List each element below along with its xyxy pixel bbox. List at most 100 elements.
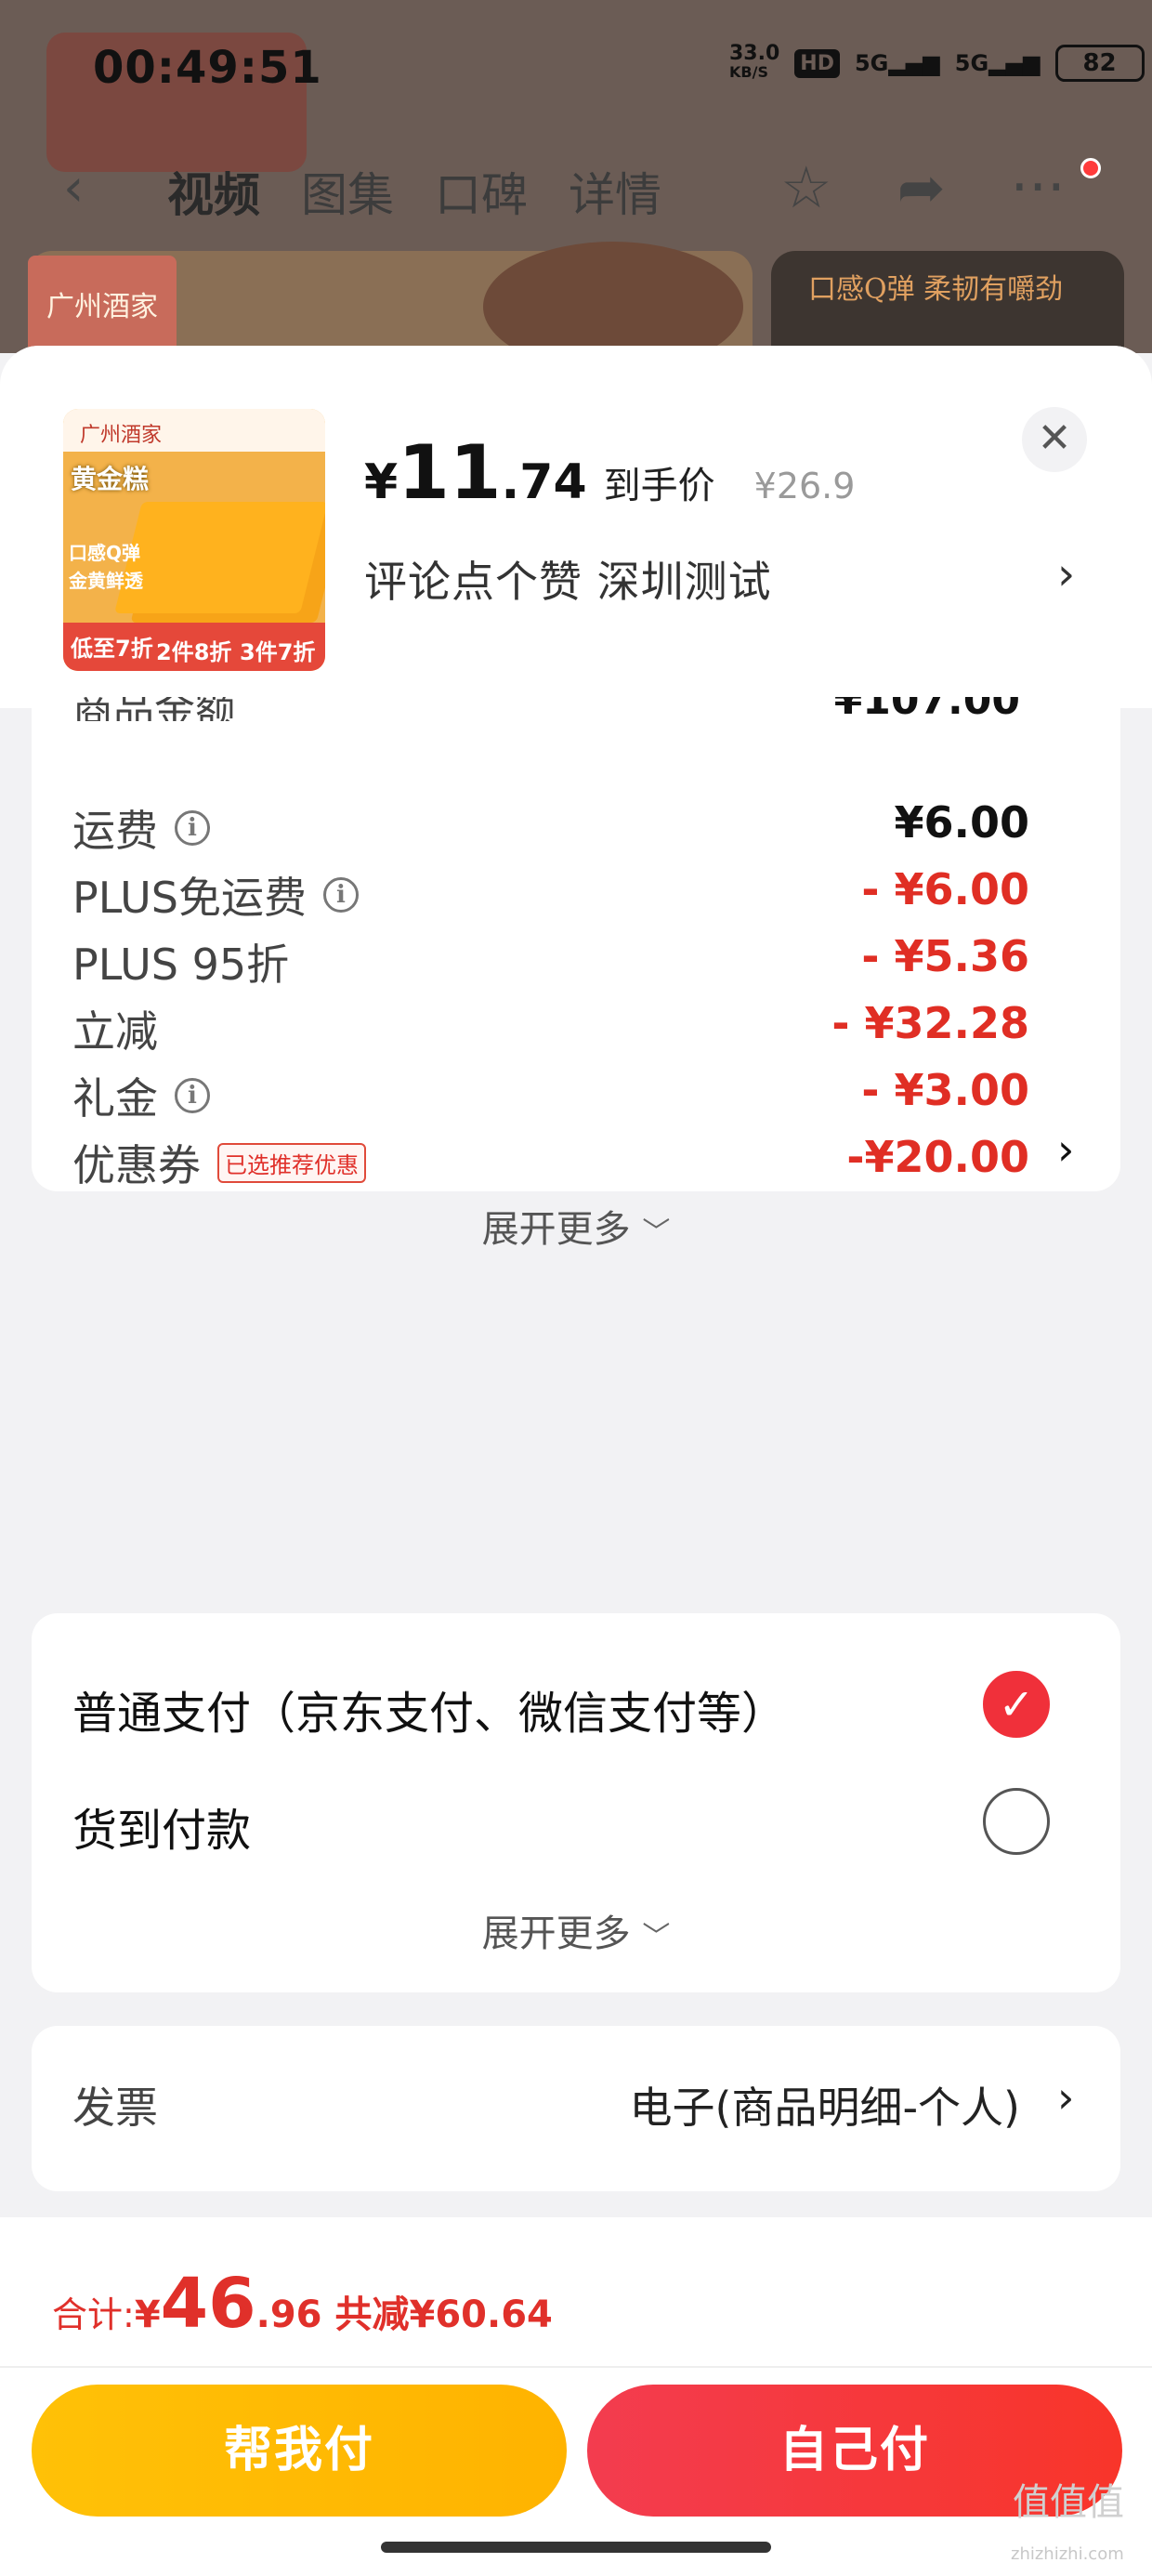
status-icons: 33.0 KB/S HD 5G▂▄▆ 5G▂▄▆ 82 [729, 42, 1145, 82]
total-integer: 46 [160, 2264, 256, 2344]
row-instant-discount: 立减 - ¥32.28 [72, 991, 1029, 1059]
instant-discount-value: - ¥32.28 [831, 998, 1029, 1048]
brand-logo: 广州酒家 [28, 256, 177, 353]
row-label: 运费 i [72, 797, 210, 859]
selected-spec[interactable]: 评论点个赞 深圳测试 [364, 548, 772, 610]
thumbnail-caption: 口感Q弹 柔韧有嚼劲 [808, 273, 1064, 306]
coupon-badge: 已选推荐优惠 [217, 1142, 366, 1183]
close-icon: ✕ [1037, 414, 1072, 462]
clock: 00:49:51 [93, 42, 322, 94]
total-label: 合计: [52, 2294, 135, 2335]
watermark-site: zhizhizhi.com [1011, 2544, 1124, 2564]
payment-option-cod[interactable]: 货到付款 [72, 1782, 1094, 1857]
payment-option-normal[interactable]: 普通支付（京东支付、微信支付等） [72, 1665, 1094, 1740]
close-button[interactable]: ✕ [1022, 407, 1087, 472]
thumbnail-promo-strip: 低至7折 2件8折 3件7折 [63, 623, 325, 671]
price-currency: ¥ [364, 454, 399, 510]
shipping-label: 运费 [72, 806, 158, 856]
thumbnail-product-name: 黄金糕 [71, 464, 150, 494]
goods-amount-label-text: 商品金额 [72, 697, 236, 721]
row-gift-money: 礼金 i - ¥3.00 [72, 1058, 1029, 1126]
chevron-right-icon[interactable]: › [1057, 548, 1075, 600]
row-plus-discount: PLUS 95折 - ¥5.36 [72, 924, 1029, 992]
product-summary: 广州酒家 黄金糕 口感Q弹 金黄鲜透 低至7折 2件8折 3件7折 ¥ 11 .… [0, 346, 1152, 708]
chevron-right-icon[interactable]: › [1057, 1124, 1074, 1175]
expand-more-label: 展开更多 [481, 1912, 631, 1955]
home-indicator[interactable] [381, 2542, 771, 2553]
tab-gallery[interactable]: 图集 [301, 158, 394, 225]
network-speed-value: 33.0 [729, 42, 780, 65]
promo-2-items: 2件8折 [156, 639, 232, 665]
payment-option-label: 货到付款 [72, 1805, 252, 1857]
total-decimal: .96 [255, 2293, 322, 2336]
thumbnail-brand: 广州酒家 [80, 424, 163, 447]
instant-discount-label: 立减 [72, 1006, 158, 1057]
thumbnail-badge: 金黄鲜透 [69, 570, 143, 592]
star-icon[interactable]: ☆ [780, 153, 832, 221]
help-me-pay-button[interactable]: 帮我付 [32, 2385, 567, 2517]
notification-dot [1080, 158, 1101, 178]
more-icon[interactable]: ··· [1011, 153, 1066, 221]
back-arrow-icon[interactable]: ‹ [63, 158, 84, 218]
coupon-label: 优惠券 [72, 1140, 201, 1190]
radio-checked-icon[interactable]: ✓ [983, 1671, 1050, 1738]
thumbnail-badge: 口感Q弹 [69, 542, 141, 564]
signal-label: 5G [854, 50, 889, 76]
original-price: ¥26.9 [753, 466, 856, 506]
network-speed-unit: KB/S [729, 63, 768, 81]
tab-details[interactable]: 详情 [569, 158, 661, 225]
row-label: PLUS免运费 i [72, 864, 359, 926]
plus-discount-label: PLUS 95折 [72, 940, 290, 990]
expand-more-payment[interactable]: 展开更多 ﹀ [0, 1903, 1152, 1957]
row-shipping: 运费 i ¥6.00 [72, 790, 1029, 856]
total-saved: 共减¥60.64 [334, 2293, 553, 2336]
goods-amount-value-text: ¥107.00 [833, 697, 1020, 721]
share-icon[interactable]: ➦ [897, 153, 946, 221]
signal-icon: 5G▂▄▆ [854, 50, 940, 76]
radio-unchecked-icon[interactable] [983, 1788, 1050, 1855]
status-bar: 00:49:51 33.0 KB/S HD 5G▂▄▆ 5G▂▄▆ 82 [0, 0, 1152, 139]
signal-label-2: 5G [954, 50, 989, 76]
row-label: 礼金 i [72, 1065, 210, 1126]
row-label: 优惠券 已选推荐优惠 [72, 1132, 366, 1193]
signal-icon-2: 5G▂▄▆ [954, 50, 1041, 76]
row-coupon[interactable]: 优惠券 已选推荐优惠 -¥20.00 [72, 1124, 1029, 1190]
chevron-right-icon[interactable]: › [1057, 2072, 1074, 2123]
row-label: PLUS 95折 [72, 931, 289, 992]
price-integer: 11 [398, 429, 502, 516]
payment-option-label: 普通支付（京东支付、微信支付等） [72, 1688, 787, 1740]
final-price: ¥ 11 .74 到手价 ¥26.9 [364, 429, 855, 516]
product-thumbnail: 广州酒家 黄金糕 口感Q弹 金黄鲜透 低至7折 2件8折 3件7折 [63, 409, 325, 671]
battery-icon: 82 [1054, 45, 1145, 82]
top-navigation: ‹ 视频 图集 口碑 详情 ☆ ➦ ··· [0, 149, 1152, 232]
price-label: 到手价 [603, 465, 715, 507]
invoice-value[interactable]: 电子(商品明细-个人) [630, 2074, 1021, 2136]
goods-amount-label: 商品金额 [72, 697, 236, 721]
promo-lowest: 低至7折 [71, 636, 153, 662]
tab-video[interactable]: 视频 [167, 158, 260, 225]
hd-icon: HD [794, 48, 840, 78]
price-decimal: .74 [501, 454, 587, 510]
chevron-down-icon: ﹀ [642, 1216, 671, 1249]
expand-more-label: 展开更多 [481, 1208, 631, 1251]
goods-amount-value: ¥107.00 [834, 697, 1020, 721]
row-plus-free-shipping: PLUS免运费 i - ¥6.00 [72, 857, 1029, 923]
nav-icons: ☆ ➦ ··· [780, 153, 1066, 221]
row-label: 立减 [72, 998, 158, 1059]
info-icon[interactable]: i [175, 810, 210, 846]
gift-money-label: 礼金 [72, 1073, 158, 1124]
top-tabs: 视频 图集 口碑 详情 [167, 158, 661, 225]
order-total: 合计: ¥ 46 .96 共减¥60.64 [52, 2264, 553, 2344]
watermark-logo: 值值值 [1013, 2481, 1124, 2524]
thumbnail-food-image [114, 502, 325, 613]
chevron-down-icon: ﹀ [642, 1921, 671, 1953]
thumbnail-badges: 口感Q弹 金黄鲜透 [69, 539, 143, 595]
info-icon[interactable]: i [322, 877, 359, 913]
total-currency: ¥ [134, 2293, 161, 2336]
info-icon[interactable]: i [175, 1078, 210, 1113]
expand-more-costs[interactable]: 展开更多 ﹀ [0, 1199, 1152, 1253]
network-speed: 33.0 KB/S [729, 42, 780, 82]
brand-logo-text: 广州酒家 [46, 291, 158, 323]
plus-free-shipping-value: - ¥6.00 [861, 864, 1029, 914]
tab-reviews[interactable]: 口碑 [435, 158, 528, 225]
